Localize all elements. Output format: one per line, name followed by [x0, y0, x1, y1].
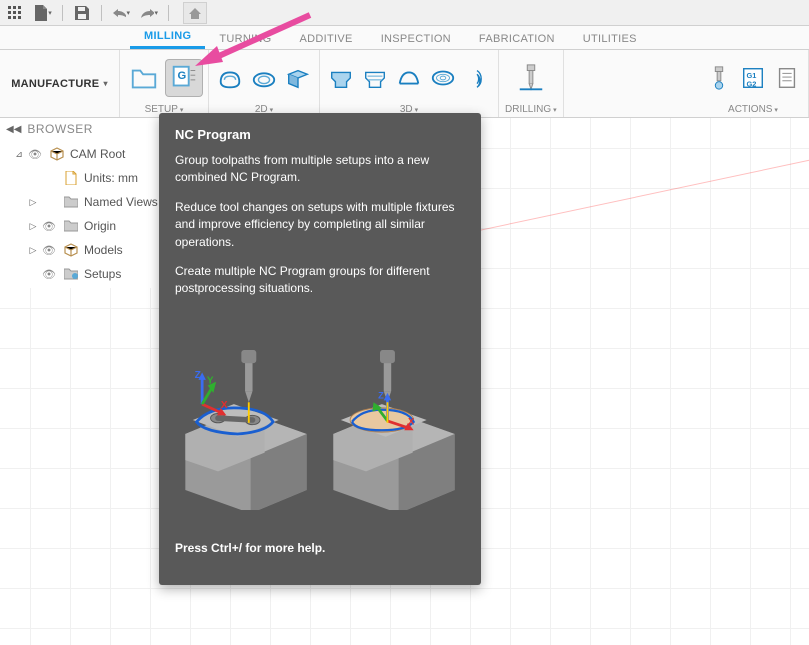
- 3d-op5-button[interactable]: [462, 63, 492, 93]
- tooltip-para: Reduce tool changes on setups with multi…: [175, 199, 465, 251]
- node-label: Models: [84, 243, 123, 257]
- 3d-op3-button[interactable]: [394, 63, 424, 93]
- node-label: CAM Root: [70, 147, 125, 161]
- node-icon: [48, 147, 66, 161]
- separator: [168, 5, 169, 21]
- ribbon-tabs: MILLING TURNING ADDITIVE INSPECTION FABR…: [0, 26, 809, 50]
- post-process-button[interactable]: [704, 63, 734, 93]
- tab-milling[interactable]: MILLING: [130, 26, 205, 49]
- svg-text:G: G: [177, 70, 186, 82]
- node-label: Named Views: [84, 195, 158, 209]
- tooltip-para: Create multiple NC Program groups for di…: [175, 263, 465, 298]
- visibility-eye-icon[interactable]: 👁: [42, 268, 58, 281]
- tooltip-title: NC Program: [175, 127, 465, 142]
- ribbon: MANUFACTURE G SETUP 2D 3D: [0, 50, 809, 118]
- node-icon: [62, 220, 80, 232]
- 3d-op2-button[interactable]: [360, 63, 390, 93]
- collapse-browser-icon[interactable]: ◀◀: [6, 124, 21, 135]
- svg-text:Z: Z: [378, 390, 384, 400]
- browser-row[interactable]: Units: mm: [0, 166, 180, 190]
- workspace-selector[interactable]: MANUFACTURE: [0, 50, 120, 117]
- node-icon: [62, 243, 80, 257]
- home-tab-button[interactable]: [183, 2, 207, 24]
- node-label: Origin: [84, 219, 116, 233]
- browser-row[interactable]: ▷ Named Views: [0, 190, 180, 214]
- browser-row[interactable]: ▷ 👁 Models: [0, 238, 180, 262]
- tab-fabrication[interactable]: FABRICATION: [465, 29, 569, 49]
- svg-text:G2: G2: [747, 79, 757, 88]
- gcode-button[interactable]: G1G2: [738, 63, 768, 93]
- undo-icon[interactable]: ▾: [112, 4, 130, 22]
- redo-icon[interactable]: ▾: [140, 4, 158, 22]
- visibility-eye-icon[interactable]: 👁: [42, 244, 58, 257]
- nc-program-tooltip: NC Program Group toolpaths from multiple…: [159, 113, 481, 585]
- tooltip-para: Group toolpaths from multiple setups int…: [175, 152, 465, 187]
- expand-arrow-icon[interactable]: ⊿: [14, 149, 24, 160]
- svg-text:X: X: [408, 416, 415, 426]
- expand-arrow-icon[interactable]: ▷: [28, 245, 38, 256]
- svg-text:Y: Y: [207, 375, 214, 386]
- browser-panel: ◀◀ BROWSER ⊿ 👁 CAM Root Units: mm ▷ Named Vie…: [0, 118, 180, 288]
- node-icon: [62, 171, 80, 185]
- group-drilling: DRILLING: [499, 50, 564, 117]
- tooltip-illustration: Z X Y Z X: [175, 310, 465, 530]
- new-file-icon[interactable]: ▾: [34, 4, 52, 22]
- tab-utilities[interactable]: UTILITIES: [569, 29, 651, 49]
- browser-row[interactable]: ⊿ 👁 CAM Root: [0, 142, 180, 166]
- group-2d: 2D: [209, 50, 320, 117]
- node-icon: [62, 268, 80, 280]
- group-label[interactable]: ACTIONS: [728, 102, 778, 115]
- expand-arrow-icon[interactable]: ▷: [28, 197, 38, 208]
- expand-arrow-icon[interactable]: ▷: [28, 221, 38, 232]
- tab-inspection[interactable]: INSPECTION: [367, 29, 465, 49]
- save-icon[interactable]: [73, 4, 91, 22]
- node-label: Units: mm: [84, 171, 138, 185]
- separator: [101, 5, 102, 21]
- setup-folder-button[interactable]: [126, 60, 162, 96]
- drill-button[interactable]: [513, 60, 549, 96]
- browser-row[interactable]: ▷ 👁 Origin: [0, 214, 180, 238]
- tooltip-help: Press Ctrl+/ for more help.: [175, 540, 465, 557]
- group-actions: G1G2 ACTIONS: [698, 50, 809, 117]
- browser-row[interactable]: 👁 Setups: [0, 262, 180, 286]
- quick-access-toolbar: ▾ ▾ ▾: [0, 0, 809, 26]
- nc-program-button[interactable]: G: [166, 60, 202, 96]
- group-label[interactable]: DRILLING: [505, 102, 557, 115]
- group-3d: 3D: [320, 50, 499, 117]
- node-icon: [62, 196, 80, 208]
- svg-text:X: X: [221, 400, 228, 411]
- tab-turning[interactable]: TURNING: [205, 29, 285, 49]
- group-setup: G SETUP: [120, 50, 209, 117]
- 2d-pocket-button[interactable]: [249, 63, 279, 93]
- browser-title: BROWSER: [27, 122, 93, 136]
- setup-sheet-button[interactable]: [772, 63, 802, 93]
- visibility-eye-icon[interactable]: 👁: [42, 220, 58, 233]
- 2d-adaptive-button[interactable]: [215, 63, 245, 93]
- tab-additive[interactable]: ADDITIVE: [286, 29, 367, 49]
- 3d-op4-button[interactable]: [428, 63, 458, 93]
- visibility-eye-icon[interactable]: 👁: [28, 148, 44, 161]
- 2d-face-button[interactable]: [283, 63, 313, 93]
- svg-text:Z: Z: [195, 370, 201, 381]
- separator: [62, 5, 63, 21]
- node-label: Setups: [84, 267, 121, 281]
- apps-grid-icon[interactable]: [6, 4, 24, 22]
- 3d-op1-button[interactable]: [326, 63, 356, 93]
